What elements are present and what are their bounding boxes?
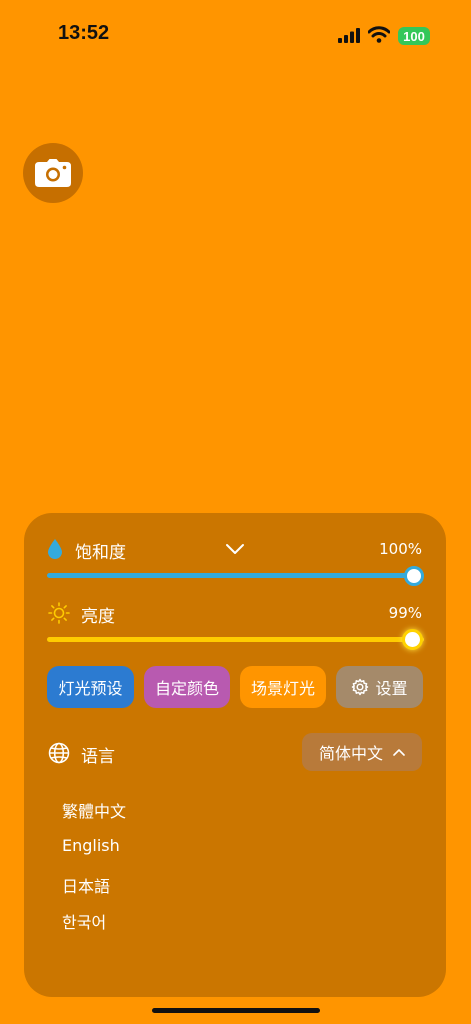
brightness-slider-thumb[interactable]	[402, 629, 423, 650]
globe-icon	[48, 742, 70, 764]
language-option-japanese[interactable]: 日本語	[62, 873, 110, 897]
settings-label: 设置	[375, 679, 408, 698]
saturation-value: 100%	[379, 540, 422, 558]
light-presets-button[interactable]: 灯光预设	[47, 666, 134, 708]
light-presets-label: 灯光预设	[58, 679, 123, 698]
brightness-value: 99%	[388, 604, 422, 622]
scene-lighting-button[interactable]: 场景灯光	[240, 666, 326, 708]
camera-icon	[35, 159, 71, 187]
saturation-label: 饱和度	[75, 543, 126, 563]
status-bar: 13:52 100	[0, 0, 471, 70]
custom-color-label: 自定颜色	[154, 679, 219, 698]
camera-button[interactable]	[23, 143, 83, 203]
water-drop-icon	[48, 539, 62, 559]
language-option-traditional-chinese[interactable]: 繁體中文	[62, 798, 126, 822]
settings-button[interactable]: 设置	[336, 666, 423, 708]
chevron-down-icon[interactable]	[225, 543, 245, 555]
control-panel: 饱和度 100% 亮度 99% 灯光预设 自定颜色 场景灯光 设置 语言 简体中…	[24, 513, 446, 997]
status-time: 13:52	[58, 22, 110, 44]
language-option-english[interactable]: English	[62, 836, 120, 855]
wifi-icon	[368, 26, 390, 43]
saturation-slider[interactable]	[47, 573, 424, 578]
brightness-label: 亮度	[81, 607, 115, 627]
battery-level: 100	[403, 28, 425, 44]
brightness-slider[interactable]	[47, 637, 424, 642]
language-select[interactable]: 简体中文	[302, 733, 422, 771]
sun-icon	[48, 602, 70, 624]
saturation-slider-thumb[interactable]	[404, 566, 424, 586]
scene-lighting-label: 场景灯光	[250, 679, 315, 698]
home-indicator[interactable]	[152, 1008, 320, 1013]
gear-icon	[352, 678, 369, 696]
language-label: 语言	[81, 747, 115, 767]
language-option-korean[interactable]: 한국어	[62, 909, 106, 933]
custom-color-button[interactable]: 自定颜色	[144, 666, 230, 708]
chevron-up-icon	[393, 749, 405, 756]
language-selected-value: 简体中文	[318, 744, 383, 763]
cellular-signal-icon	[338, 28, 360, 43]
battery-indicator: 100	[398, 27, 430, 45]
